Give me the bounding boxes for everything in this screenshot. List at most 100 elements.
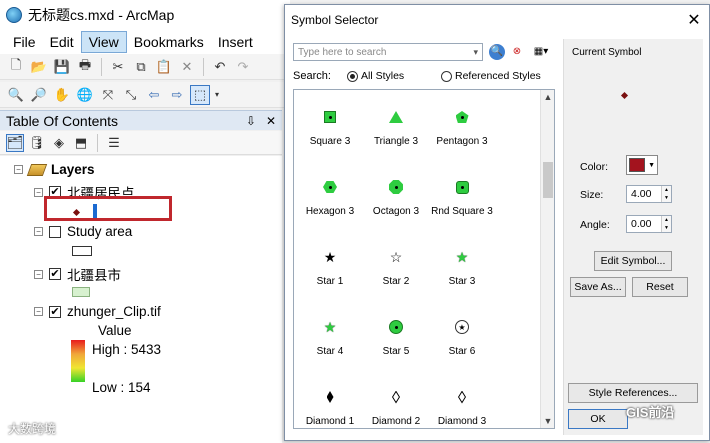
options-icon[interactable]: ☰ <box>105 134 123 152</box>
style-references-button[interactable]: Style References... <box>568 383 698 403</box>
menu-view[interactable]: View <box>80 31 127 53</box>
symbol-cell-rnd-square[interactable]: Rnd Square 3 <box>428 172 496 232</box>
menu-bookmarks[interactable]: Bookmarks <box>127 32 211 52</box>
current-symbol-pane: Current Symbol Color: ▼ Size: 4.00 ▲ ▼ An… <box>563 39 703 435</box>
list-by-selection-icon[interactable]: ⬒ <box>72 134 90 152</box>
layer-checkbox[interactable]: ✔ <box>49 305 61 318</box>
symbol-cell-star-outline[interactable]: ☆ Star 2 <box>362 242 430 302</box>
menu-insert[interactable]: Insert <box>211 32 260 52</box>
pan-hand-icon[interactable]: ✋ <box>52 85 72 105</box>
reset-button[interactable]: Reset <box>632 277 688 297</box>
collapse-icon[interactable]: − <box>14 165 23 174</box>
search-icon[interactable]: 🔍 <box>489 44 505 60</box>
layer-checkbox[interactable] <box>49 225 61 238</box>
symbol-cell-hexagon[interactable]: Hexagon 3 <box>296 172 364 232</box>
layers-icon <box>26 163 48 176</box>
symbol-cell-diamond-black[interactable]: Diamond 1 <box>296 382 364 428</box>
toolbar-separator <box>97 133 98 152</box>
undo-icon[interactable]: ↶ <box>210 57 230 77</box>
new-document-icon[interactable]: 🗋 <box>6 57 26 77</box>
size-stepper[interactable]: 4.00 ▲ ▼ <box>626 185 672 203</box>
symbol-cell-diamond-outline[interactable]: Diamond 2 <box>362 382 430 428</box>
menu-edit[interactable]: Edit <box>43 32 81 52</box>
dialog-close-icon[interactable]: ✕ <box>679 10 709 30</box>
square-icon <box>296 102 364 132</box>
raster-high-label: High : 5433 <box>92 342 162 357</box>
symbol-cell-octagon[interactable]: Octagon 3 <box>362 172 430 232</box>
symbol-label: Star 5 <box>382 346 410 357</box>
collapse-icon[interactable]: − <box>34 187 43 197</box>
layer-name[interactable]: Study area <box>67 224 132 239</box>
select-features-icon[interactable]: ⬚ <box>190 84 210 105</box>
search-scope-label: Search: <box>293 70 331 82</box>
radio-button[interactable] <box>441 70 452 82</box>
open-folder-icon[interactable]: 📂 <box>29 57 49 77</box>
zoom-in-icon[interactable]: 🔍 <box>6 85 26 105</box>
pin-icon[interactable]: ⇩ <box>246 114 256 128</box>
symbol-cell-triangle[interactable]: Triangle 3 <box>362 102 430 162</box>
scroll-thumb[interactable] <box>543 162 553 198</box>
delete-icon[interactable]: ✕ <box>177 57 197 77</box>
chevron-down-icon[interactable]: ▾ <box>473 47 478 58</box>
copy-icon[interactable]: ⧉ <box>131 57 151 77</box>
fixed-zoom-out-icon[interactable]: ⤡ <box>121 85 141 105</box>
list-by-visibility-icon[interactable]: ◈ <box>50 134 68 152</box>
star-white-circle-icon: ★ <box>428 312 496 342</box>
scroll-up-icon[interactable]: ▲ <box>541 90 554 104</box>
collapse-icon[interactable]: − <box>34 307 43 316</box>
back-arrow-icon[interactable]: ⇦ <box>144 85 164 105</box>
layer-checkbox[interactable]: ✔ <box>49 268 61 280</box>
view-options-icon[interactable]: ▦▾ <box>529 44 553 60</box>
watermark-left: 大数跨境 <box>8 422 57 436</box>
menu-file[interactable]: File <box>6 32 43 52</box>
full-extent-globe-icon[interactable]: 🌐 <box>75 85 95 105</box>
symbol-cell-pentagon[interactable]: Pentagon 3 <box>428 102 496 162</box>
search-input[interactable]: Type here to search ▾ <box>293 43 483 61</box>
redo-icon[interactable]: ↷ <box>233 57 253 77</box>
print-icon[interactable]: 🖶 <box>75 57 95 77</box>
save-icon[interactable]: 💾 <box>52 57 72 77</box>
symbol-cell-star-green[interactable]: ★ Star 3 <box>428 242 496 302</box>
clear-search-icon[interactable]: ⊗ <box>509 44 525 60</box>
list-by-source-icon[interactable]: 🛢 <box>28 134 46 152</box>
radio-referenced-styles[interactable]: Referenced Styles <box>441 70 541 82</box>
list-by-drawing-order-icon[interactable]: 🗂 <box>6 133 24 152</box>
cut-icon[interactable]: ✂ <box>108 57 128 77</box>
angle-value: 0.00 <box>631 218 652 230</box>
menubar: File Edit View Bookmarks Insert <box>0 30 290 54</box>
symbol-cell-star-green-outline[interactable]: ★ Star 4 <box>296 312 364 372</box>
octagon-icon <box>362 172 430 202</box>
arcmap-logo-icon <box>6 7 22 23</box>
polygon-symbol-swatch[interactable] <box>72 246 92 256</box>
paste-icon[interactable]: 📋 <box>154 57 174 77</box>
save-as-button[interactable]: Save As... <box>570 277 626 297</box>
radio-all-styles[interactable]: All Styles <box>347 70 404 82</box>
ok-button[interactable]: OK <box>568 409 628 429</box>
symbol-label: Star 1 <box>316 276 344 287</box>
radio-button[interactable] <box>347 70 358 82</box>
vertical-scrollbar[interactable]: ▲ ▼ <box>540 90 554 428</box>
select-dropdown-icon[interactable]: ▾ <box>213 85 221 105</box>
color-picker-button[interactable]: ▼ <box>626 155 658 175</box>
symbol-cell-star-black[interactable]: ★ Star 1 <box>296 242 364 302</box>
toc-close-icon[interactable]: ✕ <box>266 114 276 128</box>
symbol-cell-diamond-outline[interactable]: Diamond 3 <box>428 382 496 428</box>
stepper-arrows-icon[interactable]: ▲ ▼ <box>661 186 671 202</box>
collapse-icon[interactable]: − <box>34 227 43 236</box>
fixed-zoom-in-icon[interactable]: ⤧ <box>98 85 118 105</box>
collapse-icon[interactable]: − <box>34 269 43 279</box>
color-label: Color: <box>580 161 609 173</box>
angle-stepper[interactable]: 0.00 ▲ ▼ <box>626 215 672 233</box>
layer-name[interactable]: zhunger_Clip.tif <box>67 304 161 319</box>
zoom-out-icon[interactable]: 🔎 <box>29 85 49 105</box>
symbol-cell-star-white-circle[interactable]: ★ Star 6 <box>428 312 496 372</box>
stepper-arrows-icon[interactable]: ▲ ▼ <box>661 216 671 232</box>
layers-root-label[interactable]: Layers <box>51 162 95 177</box>
forward-arrow-icon[interactable]: ⇨ <box>167 85 187 105</box>
edit-symbol-button[interactable]: Edit Symbol... <box>594 251 672 271</box>
layer-name[interactable]: 北疆县市 <box>67 264 121 284</box>
polygon-symbol-swatch[interactable] <box>72 287 90 297</box>
scroll-down-icon[interactable]: ▼ <box>541 414 554 428</box>
symbol-cell-star-circle[interactable]: Star 5 <box>362 312 430 372</box>
symbol-cell-square[interactable]: Square 3 <box>296 102 364 162</box>
